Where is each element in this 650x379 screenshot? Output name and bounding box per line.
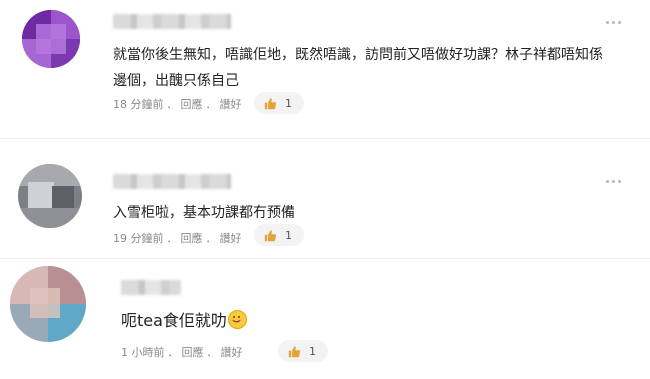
more-horizontal-icon[interactable] — [606, 177, 626, 185]
like-count-button[interactable]: 1 — [278, 340, 328, 362]
comment-2: 入雪柜啦，基本功課都冇预備 19 分鐘前 ． 回應 ． 讚好 1 — [0, 150, 650, 260]
comment-3: 呃tea食佢就叻 1 小時前 ． 回應 ． 讚好 1 — [0, 260, 650, 379]
divider — [0, 138, 650, 139]
comment-meta: 18 分鐘前 ． 回應 ． 讚好 — [113, 96, 242, 112]
like-count-button[interactable]: 1 — [254, 92, 304, 114]
smiling-face-emoji-icon — [227, 310, 247, 329]
comment-time: 19 分鐘前 — [113, 232, 164, 245]
like-link[interactable]: 讚好 — [221, 344, 243, 360]
like-count: 1 — [285, 228, 292, 242]
username-blurred[interactable] — [113, 174, 231, 189]
comment-meta: 1 小時前 ． 回應 ． 讚好 — [121, 344, 243, 360]
divider — [0, 258, 650, 259]
username-blurred[interactable] — [113, 14, 231, 29]
reply-link[interactable]: 回應 — [181, 230, 203, 246]
like-count-button[interactable]: 1 — [254, 224, 304, 246]
reply-link[interactable]: 回應 — [182, 344, 204, 360]
like-count: 1 — [285, 96, 292, 110]
comment-1: 就當你後生無知，唔識佢地，既然唔識，訪問前又唔做好功課？林子祥都唔知係 邊個，出… — [0, 0, 650, 135]
username-blurred[interactable] — [121, 280, 181, 295]
comment-time: 18 分鐘前 — [113, 98, 164, 111]
user-avatar[interactable] — [10, 266, 86, 342]
comment-meta: 19 分鐘前 ． 回應 ． 讚好 — [113, 230, 242, 246]
more-horizontal-icon[interactable] — [606, 18, 626, 26]
thumbs-up-icon — [288, 345, 301, 357]
thumbs-up-icon — [264, 97, 277, 109]
reply-link[interactable]: 回應 — [181, 96, 203, 112]
user-avatar[interactable] — [22, 10, 80, 68]
user-avatar[interactable] — [18, 164, 82, 228]
comment-text: 呃tea食佢就叻 — [121, 308, 621, 334]
like-link[interactable]: 讚好 — [220, 230, 242, 246]
like-link[interactable]: 讚好 — [220, 96, 242, 112]
comment-text: 入雪柜啦，基本功課都冇预備 — [113, 205, 295, 221]
thumbs-up-icon — [264, 229, 277, 241]
comment-time: 1 小時前 — [121, 346, 165, 359]
like-count: 1 — [309, 344, 316, 358]
comment-text: 就當你後生無知，唔識佢地，既然唔識，訪問前又唔做好功課？林子祥都唔知係 邊個，出… — [113, 47, 603, 89]
